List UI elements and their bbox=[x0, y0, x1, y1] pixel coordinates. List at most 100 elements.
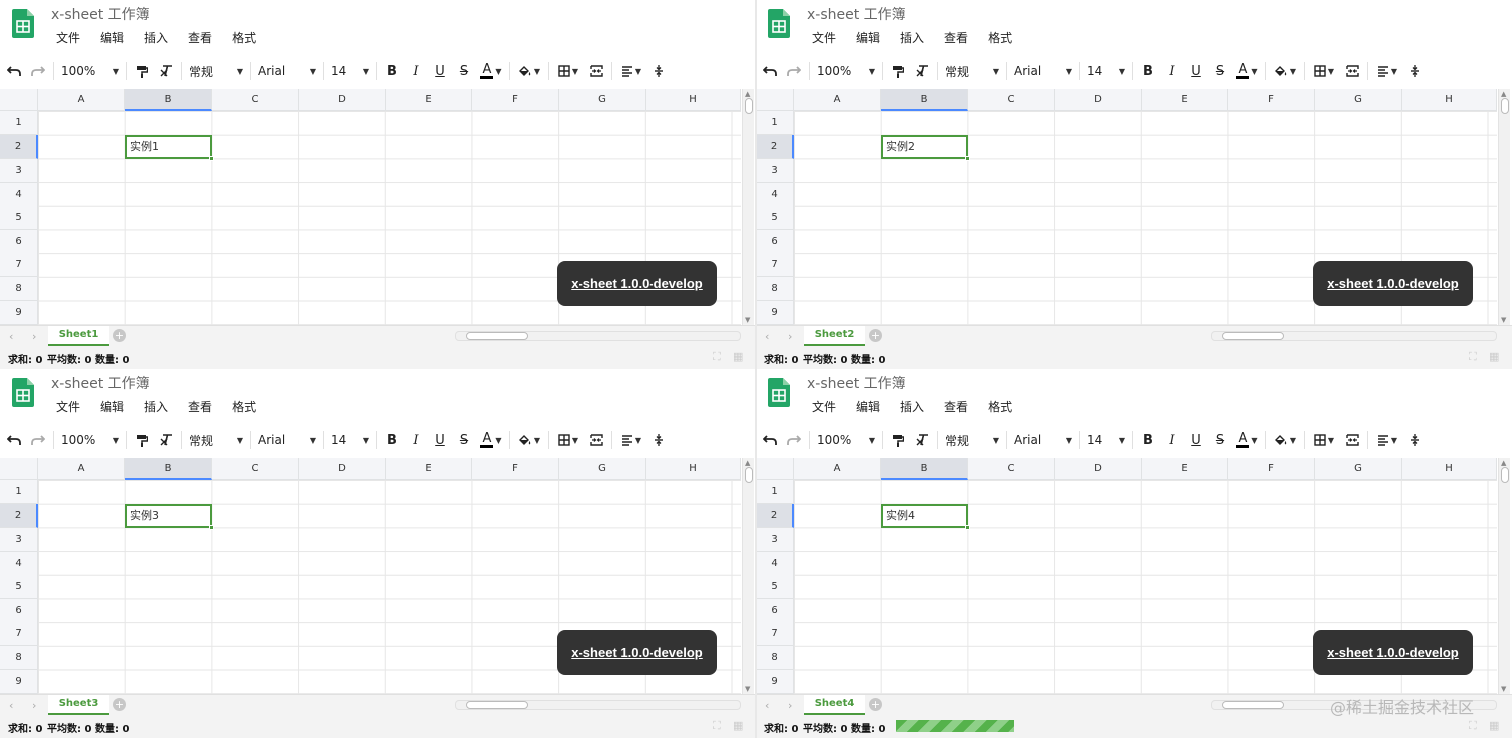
scroll-up-icon[interactable]: ▲ bbox=[1501, 459, 1506, 467]
column-header-a[interactable]: A bbox=[38, 89, 125, 111]
row-header-8[interactable]: 8 bbox=[756, 277, 794, 301]
fill-handle[interactable] bbox=[209, 156, 214, 161]
row-header-5[interactable]: 5 bbox=[0, 575, 38, 599]
borders-button[interactable]: ▼ bbox=[1308, 59, 1340, 83]
column-header-f[interactable]: F bbox=[472, 458, 559, 480]
row-header-2[interactable]: 2 bbox=[0, 135, 38, 159]
paint-format-icon[interactable] bbox=[886, 428, 910, 452]
select-all-corner[interactable] bbox=[756, 89, 794, 111]
horizontal-scroll-thumb[interactable] bbox=[1222, 701, 1284, 709]
row-header-6[interactable]: 6 bbox=[0, 599, 38, 623]
column-header-d[interactable]: D bbox=[299, 458, 386, 480]
zoom-select[interactable]: 100% ▼ bbox=[813, 428, 879, 452]
align-vertical-icon[interactable] bbox=[647, 428, 671, 452]
row-header-5[interactable]: 5 bbox=[756, 575, 794, 599]
horizontal-scrollbar[interactable] bbox=[1211, 331, 1497, 341]
menu-edit[interactable]: 编辑 bbox=[846, 30, 890, 46]
fullscreen-icon[interactable]: ⛶ bbox=[713, 350, 721, 364]
version-badge[interactable]: x-sheet 1.0.0-develop bbox=[1313, 261, 1473, 306]
menu-format[interactable]: 格式 bbox=[978, 399, 1022, 415]
font-size-select[interactable]: 14 ▼ bbox=[1083, 428, 1129, 452]
add-sheet-icon[interactable]: + bbox=[113, 329, 126, 342]
menu-view[interactable]: 查看 bbox=[178, 30, 222, 46]
redo-icon[interactable] bbox=[26, 59, 50, 83]
workbook-title[interactable]: x-sheet 工作簿 bbox=[51, 4, 150, 24]
workbook-title[interactable]: x-sheet 工作簿 bbox=[807, 4, 906, 24]
menu-view[interactable]: 查看 bbox=[178, 399, 222, 415]
scroll-up-icon[interactable]: ▲ bbox=[745, 459, 750, 467]
row-header-8[interactable]: 8 bbox=[756, 646, 794, 670]
row-header-9[interactable]: 9 bbox=[756, 670, 794, 694]
undo-icon[interactable] bbox=[758, 59, 782, 83]
row-header-4[interactable]: 4 bbox=[756, 183, 794, 207]
align-horizontal-button[interactable]: ▼ bbox=[615, 428, 647, 452]
scroll-down-icon[interactable]: ▼ bbox=[745, 316, 750, 324]
paint-format-icon[interactable] bbox=[130, 428, 154, 452]
menu-file[interactable]: 文件 bbox=[46, 30, 90, 46]
text-color-button[interactable]: A ▼ bbox=[1232, 428, 1262, 452]
zoom-select[interactable]: 100% ▼ bbox=[813, 59, 879, 83]
menu-edit[interactable]: 编辑 bbox=[846, 399, 890, 415]
row-header-8[interactable]: 8 bbox=[0, 646, 38, 670]
row-header-7[interactable]: 7 bbox=[0, 622, 38, 646]
merge-cells-icon[interactable] bbox=[584, 59, 608, 83]
vertical-scroll-thumb[interactable] bbox=[745, 98, 753, 114]
number-format-select[interactable]: 常规 ▼ bbox=[185, 59, 247, 83]
row-header-7[interactable]: 7 bbox=[0, 253, 38, 277]
scroll-up-icon[interactable]: ▲ bbox=[745, 90, 750, 98]
column-header-g[interactable]: G bbox=[559, 458, 646, 480]
version-badge[interactable]: x-sheet 1.0.0-develop bbox=[1313, 630, 1473, 675]
version-badge[interactable]: x-sheet 1.0.0-develop bbox=[557, 261, 717, 306]
font-family-select[interactable]: Arial ▼ bbox=[254, 59, 320, 83]
align-horizontal-button[interactable]: ▼ bbox=[1371, 59, 1403, 83]
font-size-select[interactable]: 14 ▼ bbox=[327, 428, 373, 452]
select-all-corner[interactable] bbox=[0, 89, 38, 111]
zoom-select[interactable]: 100% ▼ bbox=[57, 59, 123, 83]
horizontal-scroll-thumb[interactable] bbox=[1222, 332, 1284, 340]
strikethrough-icon[interactable]: S bbox=[1208, 59, 1232, 83]
grid-toggle-icon[interactable]: ▦ bbox=[733, 350, 743, 363]
merge-cells-icon[interactable] bbox=[584, 428, 608, 452]
menu-edit[interactable]: 编辑 bbox=[90, 399, 134, 415]
horizontal-scroll-thumb[interactable] bbox=[466, 332, 528, 340]
column-header-d[interactable]: D bbox=[1055, 458, 1142, 480]
column-header-e[interactable]: E bbox=[1142, 458, 1228, 480]
fullscreen-icon[interactable]: ⛶ bbox=[713, 719, 721, 733]
paint-format-icon[interactable] bbox=[130, 59, 154, 83]
column-header-e[interactable]: E bbox=[1142, 89, 1228, 111]
font-family-select[interactable]: Arial ▼ bbox=[1010, 59, 1076, 83]
zoom-select[interactable]: 100% ▼ bbox=[57, 428, 123, 452]
sheet-tab[interactable]: Sheet3 bbox=[48, 695, 109, 715]
column-header-a[interactable]: A bbox=[794, 89, 881, 111]
menu-insert[interactable]: 插入 bbox=[134, 399, 178, 415]
sheet-grid[interactable]: A B C D E F G H 1 2 3 4 5 6 7 8 9 实例3 x-… bbox=[0, 458, 756, 694]
fill-color-button[interactable]: ▼ bbox=[1269, 59, 1301, 83]
bold-icon[interactable]: B bbox=[1136, 59, 1160, 83]
clear-format-icon[interactable] bbox=[154, 59, 178, 83]
row-header-1[interactable]: 1 bbox=[0, 480, 38, 504]
underline-icon[interactable]: U bbox=[428, 59, 452, 83]
column-header-e[interactable]: E bbox=[386, 458, 472, 480]
row-header-2[interactable]: 2 bbox=[756, 135, 794, 159]
row-header-1[interactable]: 1 bbox=[0, 111, 38, 135]
fill-color-button[interactable]: ▼ bbox=[513, 428, 545, 452]
text-color-button[interactable]: A ▼ bbox=[476, 59, 506, 83]
column-header-c[interactable]: C bbox=[968, 89, 1055, 111]
number-format-select[interactable]: 常规 ▼ bbox=[941, 59, 1003, 83]
borders-button[interactable]: ▼ bbox=[1308, 428, 1340, 452]
redo-icon[interactable] bbox=[782, 428, 806, 452]
merge-cells-icon[interactable] bbox=[1340, 428, 1364, 452]
font-size-select[interactable]: 14 ▼ bbox=[1083, 59, 1129, 83]
column-header-b[interactable]: B bbox=[125, 458, 212, 480]
clear-format-icon[interactable] bbox=[910, 59, 934, 83]
column-header-b[interactable]: B bbox=[881, 458, 968, 480]
column-header-h[interactable]: H bbox=[1402, 458, 1497, 480]
scroll-down-icon[interactable]: ▼ bbox=[1501, 316, 1506, 324]
column-header-b[interactable]: B bbox=[881, 89, 968, 111]
font-family-select[interactable]: Arial ▼ bbox=[1010, 428, 1076, 452]
menu-insert[interactable]: 插入 bbox=[890, 399, 934, 415]
italic-icon[interactable]: I bbox=[404, 59, 428, 83]
menu-file[interactable]: 文件 bbox=[46, 399, 90, 415]
align-vertical-icon[interactable] bbox=[1403, 59, 1427, 83]
merge-cells-icon[interactable] bbox=[1340, 59, 1364, 83]
